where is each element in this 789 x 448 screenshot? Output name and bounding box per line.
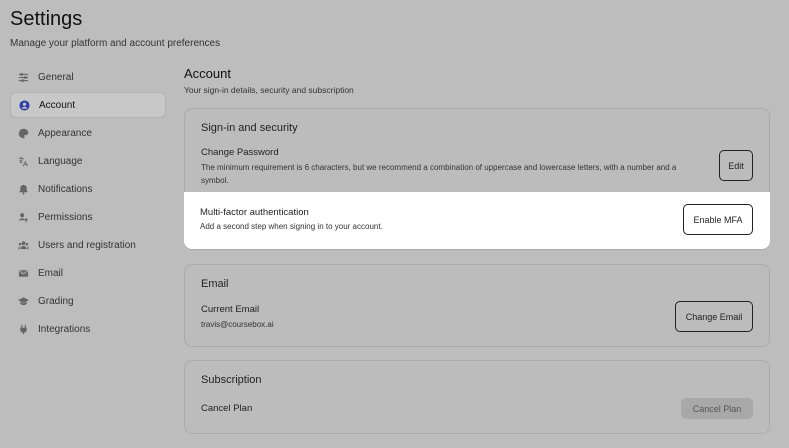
current-email-title: Current Email — [201, 304, 260, 315]
sidebar-item-label: Permissions — [38, 211, 93, 223]
sidebar-item-account[interactable]: Account — [10, 92, 166, 118]
account-header: Account Your sign-in details, security a… — [184, 64, 770, 95]
sidebar-item-users-and-registration[interactable]: Users and registration — [10, 232, 166, 258]
sidebar-item-notifications[interactable]: Notifications — [10, 176, 166, 202]
mfa-description: Add a second step when signing in to you… — [200, 222, 383, 231]
cancel-plan-button[interactable]: Cancel Plan — [681, 398, 753, 419]
sidebar-item-appearance[interactable]: Appearance — [10, 120, 166, 146]
sidebar-item-integrations[interactable]: Integrations — [10, 316, 166, 342]
sidebar-item-language[interactable]: Language — [10, 148, 166, 174]
change-password-description: The minimum requirement is 6 characters,… — [201, 163, 677, 185]
sidebar-item-label: Appearance — [38, 127, 92, 139]
card-title: Sign-in and security — [201, 122, 298, 134]
settings-sidebar: General Account Appearance Language Noti… — [10, 64, 166, 344]
enable-mfa-button[interactable]: Enable MFA — [683, 204, 753, 235]
sidebar-item-grading[interactable]: Grading — [10, 288, 166, 314]
sliders-icon — [18, 72, 29, 82]
mfa-row: Multi-factor authentication Add a second… — [184, 192, 770, 249]
sidebar-item-label: Grading — [38, 295, 74, 307]
sidebar-item-label: Email — [38, 267, 64, 279]
card-title: Subscription — [201, 374, 262, 386]
mfa-title: Multi-factor authentication — [200, 207, 309, 218]
sidebar-item-label: Users and registration — [38, 239, 136, 251]
card-title: Email — [201, 278, 229, 290]
section-subtitle: Your sign-in details, security and subsc… — [184, 85, 354, 95]
email-card: Email Current Email travis@coursebox.ai … — [184, 264, 770, 347]
graduation-cap-icon — [18, 296, 29, 305]
user-key-icon — [18, 212, 28, 223]
bell-icon — [19, 184, 28, 194]
envelope-icon — [18, 269, 29, 277]
change-email-button[interactable]: Change Email — [675, 301, 753, 332]
sidebar-item-general[interactable]: General — [10, 64, 166, 90]
sidebar-item-label: Notifications — [38, 183, 93, 195]
sidebar-item-permissions[interactable]: Permissions — [10, 204, 166, 230]
edit-password-button[interactable]: Edit — [719, 150, 753, 181]
sidebar-item-email[interactable]: Email — [10, 260, 166, 286]
current-email-value: travis@coursebox.ai — [201, 320, 274, 329]
section-title: Account — [184, 66, 231, 81]
subscription-card: Subscription Cancel Plan Cancel Plan — [184, 360, 770, 434]
sidebar-item-label: Account — [39, 99, 76, 111]
cancel-plan-title: Cancel Plan — [201, 403, 253, 414]
palette-icon — [18, 128, 29, 138]
sidebar-item-label: General — [38, 71, 74, 83]
page-subtitle: Manage your platform and account prefere… — [10, 38, 221, 49]
translate-icon — [18, 156, 29, 166]
sidebar-item-label: Integrations — [38, 323, 91, 335]
users-icon — [18, 240, 29, 249]
plug-icon — [20, 324, 27, 334]
change-password-title: Change Password — [201, 147, 279, 158]
sidebar-item-label: Language — [38, 155, 83, 167]
user-circle-icon — [19, 99, 30, 111]
page-title: Settings — [10, 8, 83, 30]
